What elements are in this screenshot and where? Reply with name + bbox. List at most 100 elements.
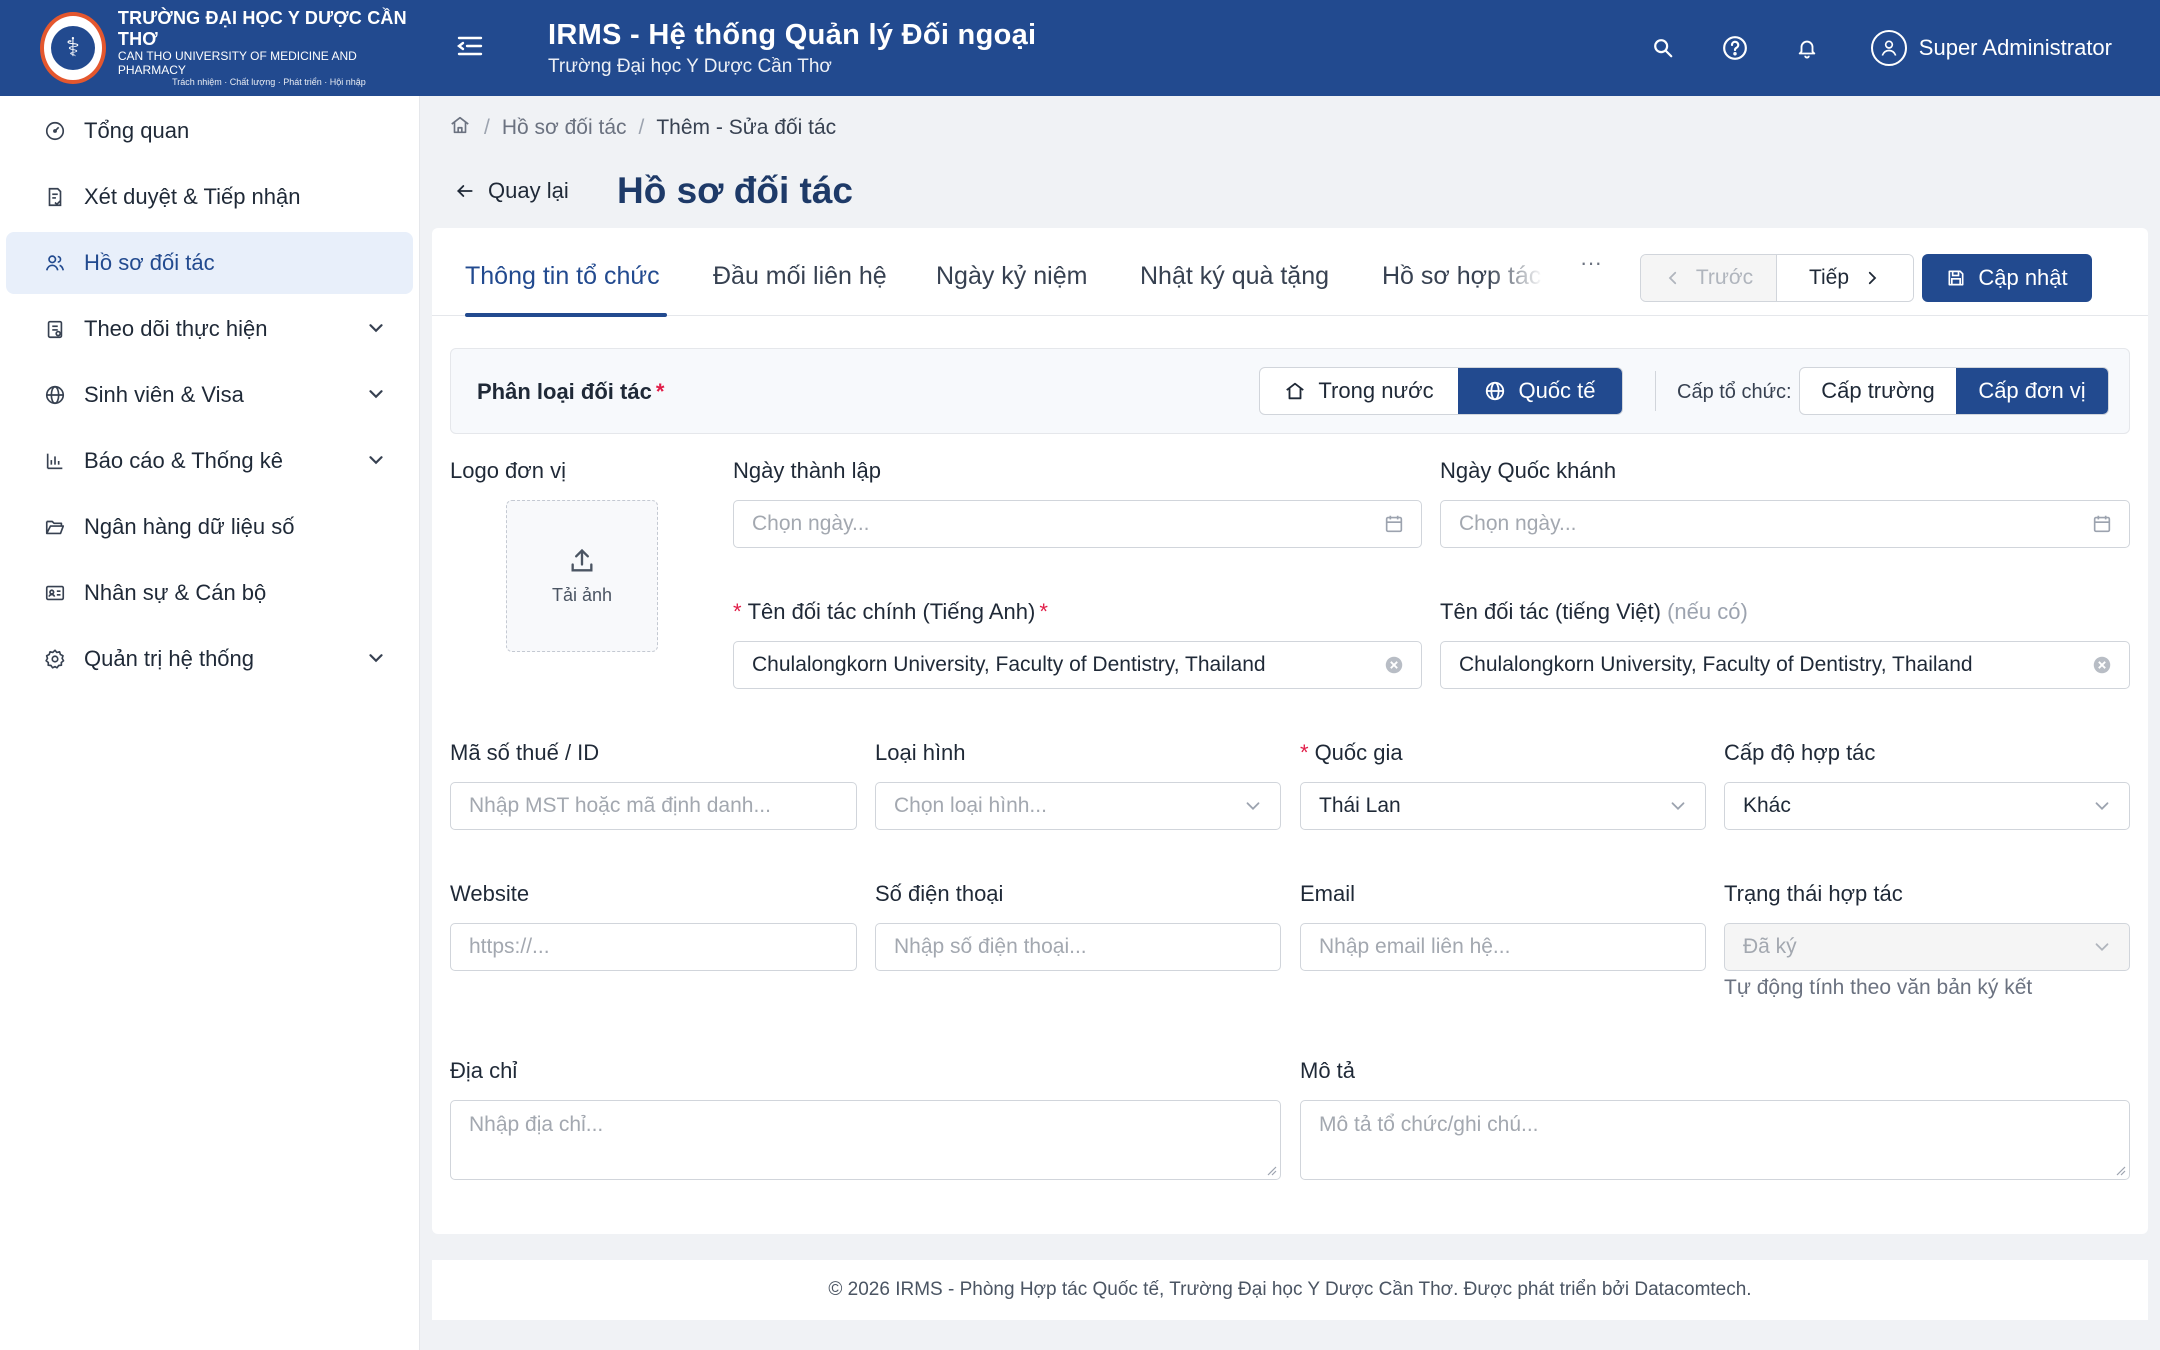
- chevron-down-icon: [369, 390, 383, 399]
- international-option[interactable]: Quốc tế: [1458, 368, 1622, 414]
- logo-name: TRƯỜNG ĐẠI HỌC Y DƯỢC CẦN THƠ: [117, 8, 407, 50]
- logo-emblem-icon: ⚕: [40, 12, 106, 84]
- website-label: Website: [450, 881, 530, 906]
- home-icon[interactable]: [448, 114, 472, 142]
- origin-toggle: Trong nước Quốc tế: [1259, 367, 1623, 415]
- chevron-down-icon: [2095, 802, 2109, 811]
- coop-level-select[interactable]: Khác: [1724, 782, 2130, 830]
- address-label: Địa chỉ: [450, 1058, 518, 1083]
- partner-classification: Phân loại đối tác * Trong nước Quốc tế Cấ…: [450, 348, 2130, 434]
- email-input[interactable]: Nhập email liên hệ...: [1300, 923, 1706, 971]
- partner-form-card: Thông tin tổ chức Đầu mối liên hệ Ngày k…: [432, 228, 2148, 1234]
- page-title: Hồ sơ đối tác: [617, 170, 854, 211]
- logo-name-en: CAN THO UNIVERSITY OF MEDICINE AND PHARM…: [117, 48, 357, 77]
- document-check-icon: [42, 184, 68, 210]
- level-school-option[interactable]: Cấp trường: [1800, 368, 1956, 414]
- sidebar-item-staff[interactable]: Nhân sự & Cán bộ: [6, 562, 413, 624]
- folder-open-icon: [42, 514, 68, 540]
- address-textarea[interactable]: Nhập địa chỉ...: [450, 1100, 1281, 1180]
- top-header: ⚕ TRƯỜNG ĐẠI HỌC Y DƯỢC CẦN THƠ CAN THO …: [0, 0, 2160, 96]
- country-select[interactable]: Thái Lan: [1300, 782, 1706, 830]
- update-button[interactable]: Cập nhật: [1922, 254, 2092, 302]
- chevron-left-icon: [1668, 271, 1676, 285]
- sidebar-item-label: Sinh viên & Visa: [84, 382, 244, 407]
- org-level-toggle: Cấp trường Cấp đơn vị: [1799, 367, 2109, 415]
- national-day-input[interactable]: Chọn ngày...: [1440, 500, 2130, 548]
- users-icon: [42, 250, 68, 276]
- sidebar-item-label: Nhân sự & Cán bộ: [84, 580, 267, 605]
- national-day-label: Ngày Quốc khánh: [1440, 458, 1617, 483]
- domestic-option[interactable]: Trong nước: [1260, 368, 1458, 414]
- tab-gift-log[interactable]: Nhật ký quà tặng: [1140, 262, 1329, 291]
- name-vi-input[interactable]: Chulalongkorn University, Faculty of Den…: [1440, 641, 2130, 689]
- app-title: IRMS - Hệ thống Quản lý Đối ngoại: [548, 18, 1037, 51]
- description-textarea[interactable]: Mô tả tổ chức/ghi chú...: [1300, 1100, 2130, 1180]
- website-input[interactable]: https://...: [450, 923, 857, 971]
- sidebar-item-admin[interactable]: Quản trị hệ thống: [6, 628, 413, 690]
- main-content: / Hồ sơ đối tác / Thêm - Sửa đối tác Qua…: [420, 96, 2160, 1350]
- tax-id-input[interactable]: Nhập MST hoặc mã định danh...: [450, 782, 857, 830]
- sidebar-item-label: Theo dõi thực hiện: [84, 316, 268, 341]
- founded-date-label: Ngày thành lập: [733, 458, 881, 483]
- clear-icon[interactable]: [1383, 654, 1405, 676]
- founded-date-input[interactable]: Chọn ngày...: [733, 500, 1422, 548]
- logo-label: Logo đơn vị: [450, 458, 566, 483]
- footer: © 2026 IRMS - Phòng Hợp tác Quốc tế, Trư…: [432, 1260, 2148, 1320]
- phone-input[interactable]: Nhập số điện thoại...: [875, 923, 1281, 971]
- tab-anniversaries[interactable]: Ngày kỷ niệm: [936, 262, 1087, 291]
- sidebar-item-reports[interactable]: Báo cáo & Thống kê: [6, 430, 413, 492]
- name-vi-label: Tên đối tác (tiếng Việt) (nếu có): [1440, 599, 1748, 624]
- type-select[interactable]: Chọn loại hình...: [875, 782, 1281, 830]
- resize-handle-icon[interactable]: [2114, 1164, 2126, 1176]
- chevron-down-icon: [1671, 802, 1685, 811]
- bar-chart-icon: [42, 448, 68, 474]
- tab-bar: Thông tin tổ chức Đầu mối liên hệ Ngày k…: [432, 228, 2148, 317]
- clear-icon[interactable]: [2091, 654, 2113, 676]
- breadcrumb-parent[interactable]: Hồ sơ đối tác: [502, 116, 627, 140]
- level-unit-option[interactable]: Cấp đơn vị: [1956, 368, 2108, 414]
- next-button[interactable]: Tiếp: [1777, 255, 1913, 301]
- bell-icon[interactable]: [1771, 24, 1843, 72]
- sidebar-item-students-visa[interactable]: Sinh viên & Visa: [6, 364, 413, 426]
- user-name: Super Administrator: [1918, 35, 2112, 60]
- record-navigation: Trước Tiếp: [1640, 254, 1914, 302]
- app-subtitle: Trường Đại học Y Dược Cần Thơ: [548, 55, 832, 77]
- user-menu[interactable]: Super Administrator: [1870, 30, 2112, 66]
- sidebar-item-overview[interactable]: Tổng quan: [6, 100, 413, 162]
- arrow-left-icon: [457, 185, 473, 197]
- back-button[interactable]: Quay lại: [454, 178, 569, 204]
- chevron-down-icon: [369, 654, 383, 663]
- tab-org-info[interactable]: Thông tin tổ chức: [465, 262, 660, 291]
- prev-button[interactable]: Trước: [1641, 255, 1777, 301]
- country-label: * Quốc gia: [1300, 740, 1403, 765]
- active-tab-indicator: [465, 313, 667, 317]
- globe-icon: [42, 382, 68, 408]
- search-icon[interactable]: [1627, 24, 1699, 72]
- org-level-label: Cấp tổ chức:: [1677, 381, 1792, 403]
- calendar-icon: [2093, 515, 2111, 533]
- tab-contacts[interactable]: Đầu mối liên hệ: [713, 262, 887, 291]
- sidebar-item-data-bank[interactable]: Ngân hàng dữ liệu số: [6, 496, 413, 558]
- name-en-input[interactable]: Chulalongkorn University, Faculty of Den…: [733, 641, 1422, 689]
- sidebar-item-label: Hồ sơ đối tác: [84, 250, 215, 275]
- sidebar-item-partners[interactable]: Hồ sơ đối tác: [6, 232, 413, 294]
- university-logo[interactable]: ⚕ TRƯỜNG ĐẠI HỌC Y DƯỢC CẦN THƠ CAN THO …: [0, 8, 420, 87]
- type-label: Loại hình: [875, 740, 966, 765]
- globe-icon: [1486, 381, 1505, 401]
- name-en-label: * Tên đối tác chính (Tiếng Anh) *: [733, 599, 1048, 624]
- sidebar-item-label: Tổng quan: [84, 118, 190, 143]
- id-card-icon: [42, 580, 68, 606]
- description-label: Mô tả: [1300, 1058, 1356, 1083]
- more-tabs-button[interactable]: ···: [1580, 250, 1602, 276]
- resize-handle-icon[interactable]: [1265, 1164, 1277, 1176]
- home-icon: [1286, 382, 1305, 400]
- logo-motto: Trách nhiệm · Chất lượng · Phát triển · …: [172, 77, 366, 88]
- logo-upload[interactable]: Tải ảnh: [506, 500, 658, 652]
- status-label: Trạng thái hợp tác: [1724, 881, 1903, 906]
- menu-fold-icon[interactable]: [440, 32, 500, 64]
- help-icon[interactable]: [1699, 24, 1771, 72]
- status-select: Đã ký: [1724, 923, 2130, 971]
- sidebar-item-tracking[interactable]: Theo dõi thực hiện: [6, 298, 413, 360]
- sidebar-item-review[interactable]: Xét duyệt & Tiếp nhận: [6, 166, 413, 228]
- calendar-icon: [1385, 515, 1403, 533]
